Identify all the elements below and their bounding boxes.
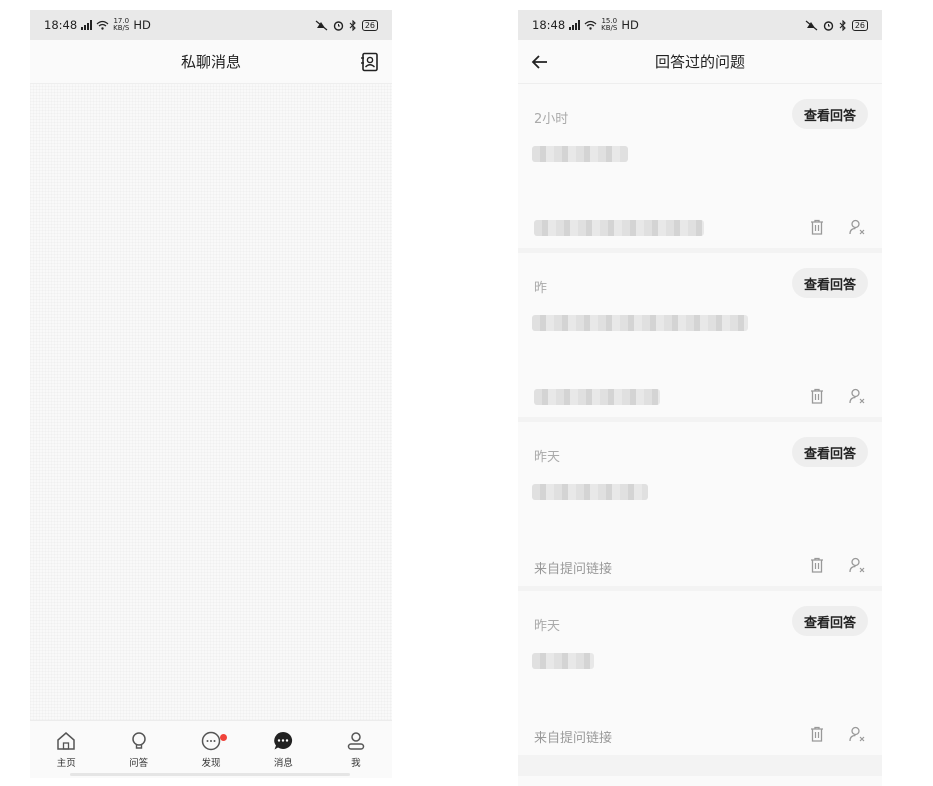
question-text-redacted (532, 146, 628, 162)
bluetooth-icon (839, 19, 846, 31)
private-messages-screen: 18:48 17.0 KB/S HD 26 私聊消息 主页 问答 发现 消息 我 (30, 10, 392, 778)
question-text-redacted (532, 653, 594, 669)
signal-icon (569, 20, 581, 30)
trash-icon[interactable] (808, 725, 826, 743)
tab-home[interactable]: 主页 (30, 721, 102, 778)
question-time: 昨天 (534, 450, 561, 465)
status-time: 18:48 (44, 18, 78, 32)
status-time: 18:48 (532, 18, 566, 32)
trash-icon[interactable] (808, 387, 826, 405)
back-arrow-icon[interactable] (530, 52, 550, 72)
page-title: 私聊消息 (180, 53, 241, 71)
tab-label: 消息 (273, 758, 293, 769)
next-card-peek (518, 776, 882, 786)
user-icon (347, 732, 365, 750)
alarm-icon (823, 20, 834, 31)
message-icon (274, 731, 293, 750)
source-text-redacted (534, 220, 704, 236)
question-text-redacted (532, 315, 748, 331)
tab-me[interactable]: 我 (320, 721, 392, 778)
question-source: 来自提问链接 (534, 731, 613, 746)
tab-discover[interactable]: 发现 (175, 721, 247, 778)
nav-bar: 私聊消息 (30, 40, 392, 84)
page-title: 回答过的问题 (654, 53, 745, 71)
battery-icon: 26 (361, 19, 378, 31)
answered-question-list: 2小时 查看回答 昨 查看回答 昨天 查看回答 来自提问链接 昨天 查看回答 来… (518, 84, 882, 760)
block-user-icon[interactable] (848, 725, 866, 743)
discover-badge (220, 734, 228, 741)
block-user-icon[interactable] (848, 218, 866, 236)
question-card[interactable]: 昨天 查看回答 来自提问链接 (518, 591, 882, 755)
tab-qa[interactable]: 问答 (102, 721, 174, 778)
view-answer-button[interactable]: 查看回答 (792, 99, 868, 129)
net-speed: 15.0 KB/S (601, 17, 618, 32)
contacts-icon[interactable] (360, 52, 380, 72)
question-text-redacted (532, 484, 648, 500)
tab-messages[interactable]: 消息 (247, 721, 319, 778)
trash-icon[interactable] (808, 218, 826, 236)
tab-label: 我 (351, 758, 361, 769)
view-answer-button[interactable]: 查看回答 (792, 437, 868, 467)
block-user-icon[interactable] (848, 387, 866, 405)
source-text-redacted (534, 389, 660, 405)
view-answer-button[interactable]: 查看回答 (792, 606, 868, 636)
bulb-icon (131, 732, 146, 749)
question-time: 昨 (534, 281, 548, 296)
wifi-icon (96, 20, 109, 30)
mute-icon (315, 20, 328, 30)
trash-icon[interactable] (808, 556, 826, 574)
discover-icon (201, 731, 221, 751)
battery-icon: 26 (851, 19, 868, 31)
question-source: 来自提问链接 (534, 562, 613, 577)
tab-label: 发现 (201, 758, 221, 769)
tab-label: 主页 (56, 758, 76, 769)
block-user-icon[interactable] (848, 556, 866, 574)
bluetooth-icon (349, 19, 356, 31)
home-icon (57, 732, 75, 750)
message-list-empty (30, 84, 392, 720)
wifi-icon (584, 20, 597, 30)
alarm-icon (333, 20, 344, 31)
net-speed: 17.0 KB/S (113, 17, 130, 32)
question-time: 2小时 (534, 112, 569, 127)
answered-questions-screen: 18:48 15.0 KB/S HD 26 回答过的问题 2小时 查看回答 昨 … (518, 10, 882, 786)
hd-indicator: HD (133, 18, 151, 32)
question-card[interactable]: 2小时 查看回答 (518, 84, 882, 248)
question-time: 昨天 (534, 619, 561, 634)
nav-bar: 回答过的问题 (518, 40, 882, 84)
status-bar: 18:48 15.0 KB/S HD 26 (518, 10, 882, 40)
view-answer-button[interactable]: 查看回答 (792, 268, 868, 298)
hd-indicator: HD (621, 18, 639, 32)
bottom-tab-bar: 主页 问答 发现 消息 我 (30, 720, 392, 778)
signal-icon (81, 20, 93, 30)
status-bar: 18:48 17.0 KB/S HD 26 (30, 10, 392, 40)
mute-icon (805, 20, 818, 30)
question-card[interactable]: 昨 查看回答 (518, 253, 882, 417)
home-indicator (70, 773, 350, 776)
question-card[interactable]: 昨天 查看回答 来自提问链接 (518, 422, 882, 586)
tab-label: 问答 (129, 758, 149, 769)
